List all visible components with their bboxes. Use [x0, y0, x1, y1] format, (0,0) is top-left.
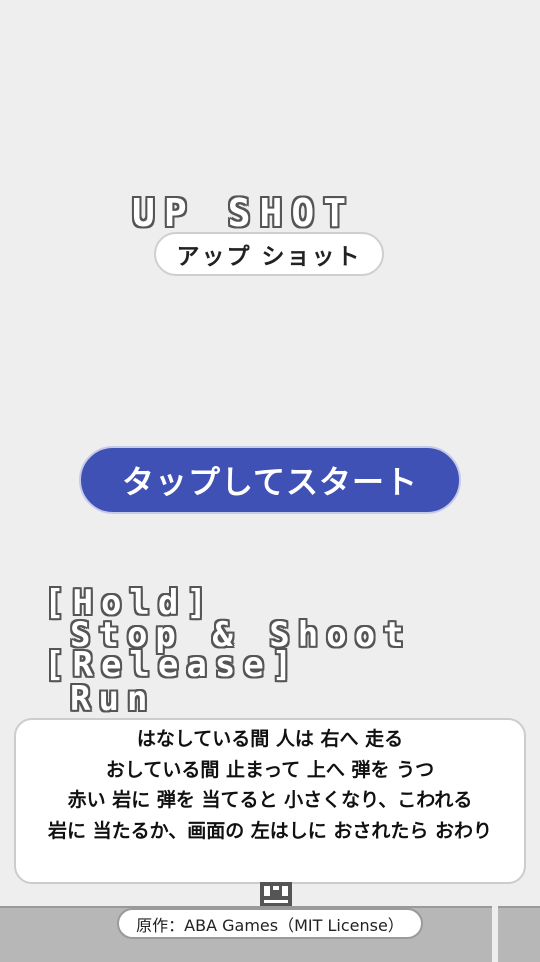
credit-label: 原作：ABA Games（MIT License）	[117, 908, 423, 939]
instruction-line: おしている間 止まって 上へ 弾を うつ	[105, 758, 435, 781]
ground-platform	[498, 906, 540, 962]
tap-to-start-button[interactable]: タップしてスタート	[79, 446, 461, 514]
instruction-line: 岩に 当たるか、画面の 左はしに おされたら おわり	[47, 819, 493, 842]
control-release-action: Run	[70, 679, 156, 719]
instructions-panel: はなしている間 人は 右へ 走る おしている間 止まって 上へ 弾を うつ 赤い…	[14, 718, 526, 884]
game-title: UP SHOT	[132, 191, 356, 235]
instruction-line: 赤い 岩に 弾を 当てると 小さくなり、こわれる	[67, 789, 473, 811]
instruction-line: はなしている間 人は 右へ 走る	[136, 728, 404, 750]
control-release-label: [Release]	[44, 645, 301, 685]
player-character-icon	[260, 882, 292, 906]
game-subtitle: アップ ショット	[154, 232, 384, 276]
